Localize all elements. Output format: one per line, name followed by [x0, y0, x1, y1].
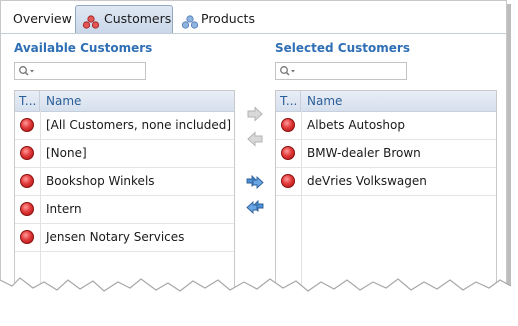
customers-editor-panel: Overview Customers Products Available Cu…: [0, 0, 507, 291]
red-status-icon: [20, 202, 34, 216]
red-status-icon: [281, 146, 295, 160]
list-item[interactable]: Bookshop Winkels: [15, 167, 234, 196]
search-icon: [279, 65, 299, 80]
move-left-button[interactable]: [246, 131, 264, 147]
red-status-icon: [281, 118, 295, 132]
list-item[interactable]: [All Customers, none included]: [15, 111, 234, 140]
list-item[interactable]: Intern: [15, 195, 234, 224]
customer-name: Bookshop Winkels: [46, 174, 155, 188]
tab-customers[interactable]: Customers: [75, 5, 173, 33]
available-list-header: T... Name: [15, 91, 234, 112]
available-customers-list: T... Name [All Customers, none included]…: [14, 90, 235, 291]
selected-customers-title: Selected Customers: [275, 41, 410, 55]
tab-bar: Overview Customers Products: [1, 1, 507, 34]
list-item[interactable]: deVries Volkswagen: [276, 167, 496, 196]
red-status-icon: [20, 230, 34, 244]
move-right-button[interactable]: [246, 106, 264, 122]
double-arrow-left-icon: [246, 199, 264, 218]
selected-filter-input[interactable]: [275, 62, 407, 80]
move-all-right-button[interactable]: [246, 174, 264, 190]
double-arrow-right-icon: [246, 174, 264, 193]
available-customers-title: Available Customers: [14, 41, 153, 55]
available-filter-input[interactable]: [14, 62, 146, 80]
list-item[interactable]: Jensen Notary Services: [15, 223, 234, 252]
customer-name: Jensen Notary Services: [46, 230, 185, 244]
name-column-header[interactable]: Name: [46, 91, 81, 111]
customer-name: Albets Autoshop: [307, 118, 405, 132]
tab-products-label: Products: [201, 11, 255, 26]
products-icon: [181, 12, 199, 38]
tab-overview-label: Overview: [13, 11, 72, 26]
selected-customers-list: T... Name Albets Autoshop BMW-dealer Bro…: [275, 90, 497, 291]
type-column-header[interactable]: T...: [276, 91, 301, 111]
red-status-icon: [20, 146, 34, 160]
name-column-header[interactable]: Name: [307, 91, 342, 111]
list-item[interactable]: BMW-dealer Brown: [276, 139, 496, 168]
customer-name: Intern: [46, 202, 82, 216]
arrow-left-icon: [246, 131, 264, 150]
list-item[interactable]: Albets Autoshop: [276, 111, 496, 140]
tab-overview[interactable]: Overview: [13, 6, 72, 32]
customer-name: [All Customers, none included]: [46, 118, 232, 132]
tab-customers-label: Customers: [104, 11, 172, 26]
red-status-icon: [20, 118, 34, 132]
search-icon: [18, 65, 38, 80]
torn-edge-decoration: [0, 277, 518, 326]
customer-name: [None]: [46, 146, 87, 160]
red-status-icon: [20, 174, 34, 188]
selected-list-header: T... Name: [276, 91, 496, 112]
list-item[interactable]: [None]: [15, 139, 234, 168]
customer-name: BMW-dealer Brown: [307, 146, 421, 160]
red-status-icon: [281, 174, 295, 188]
customers-icon: [82, 12, 100, 38]
move-all-left-button[interactable]: [246, 199, 264, 215]
arrow-right-icon: [246, 106, 264, 125]
customer-name: deVries Volkswagen: [307, 174, 427, 188]
type-column-header[interactable]: T...: [15, 91, 40, 111]
